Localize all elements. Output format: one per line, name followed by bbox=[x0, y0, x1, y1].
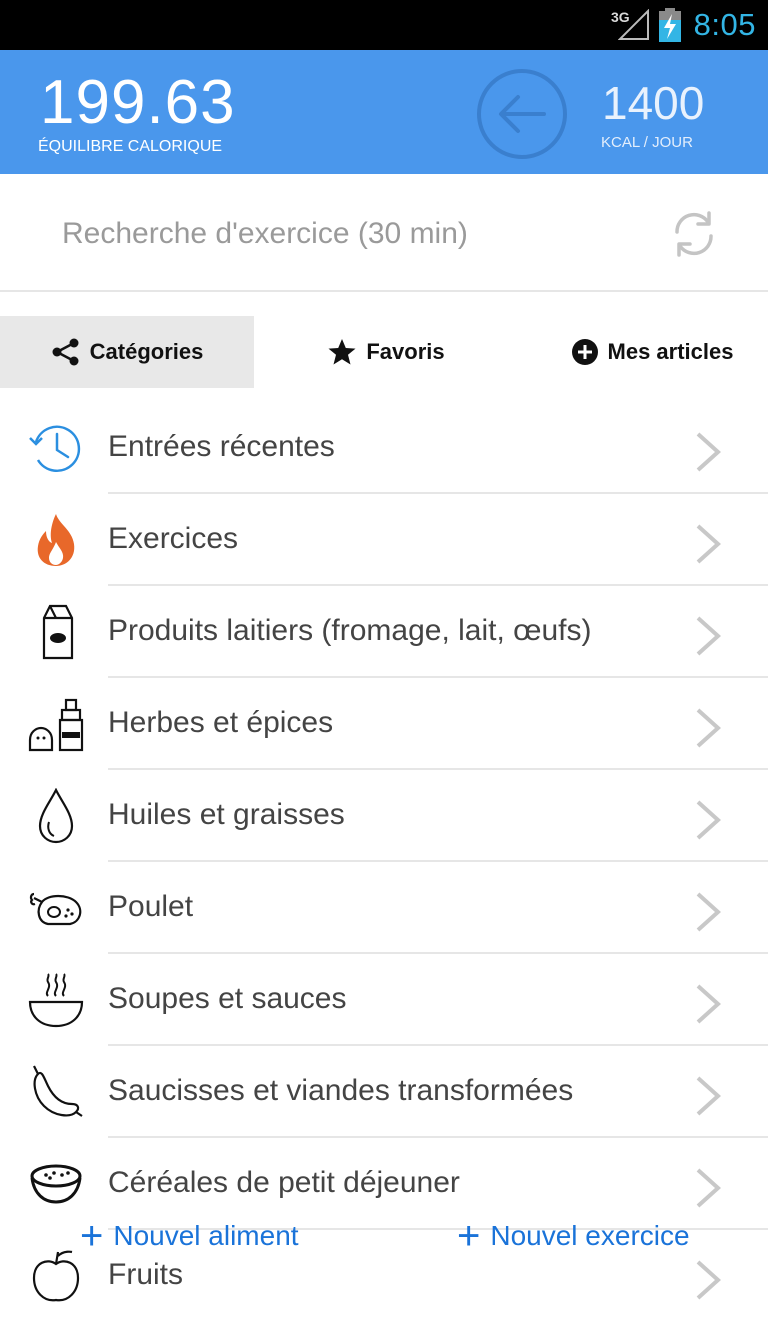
daily-goal-label: KCAL / JOUR bbox=[601, 134, 693, 151]
star-icon bbox=[328, 339, 356, 365]
oil-drop-icon bbox=[38, 788, 74, 844]
category-label: Saucisses et viandes transformées bbox=[108, 1074, 574, 1107]
tab-categories[interactable]: Catégories bbox=[0, 316, 254, 388]
search-bar bbox=[0, 174, 768, 292]
battery-charging-icon bbox=[659, 8, 681, 42]
chevron-right-icon bbox=[696, 800, 721, 840]
plus-icon: + bbox=[80, 1214, 104, 1258]
daily-goal-value[interactable]: 1400 bbox=[602, 76, 704, 130]
plus-icon: + bbox=[457, 1214, 481, 1258]
calorie-balance-label: ÉQUILIBRE CALORIQUE bbox=[38, 138, 223, 155]
plus-circle-icon bbox=[571, 339, 598, 365]
list-item-recent[interactable]: Entrées récentes bbox=[0, 402, 768, 494]
cereal-bowl-icon bbox=[30, 1164, 82, 1204]
signal-icon bbox=[618, 9, 649, 40]
category-label: Poulet bbox=[108, 890, 194, 923]
list-item-exercises[interactable]: Exercices bbox=[0, 494, 768, 586]
chevron-right-icon bbox=[696, 984, 721, 1024]
category-label: Soupes et sauces bbox=[108, 982, 347, 1015]
chevron-right-icon bbox=[696, 708, 721, 748]
category-label: Céréales de petit déjeuner bbox=[108, 1166, 460, 1199]
history-clock-icon bbox=[29, 425, 81, 473]
new-exercise-button[interactable]: + Nouvel exercice bbox=[457, 1216, 690, 1256]
new-exercise-label: Nouvel exercice bbox=[490, 1220, 690, 1251]
list-item-sausages[interactable]: Saucisses et viandes transformées bbox=[0, 1046, 768, 1138]
new-food-label: Nouvel aliment bbox=[113, 1220, 299, 1251]
list-item-herbs-spices[interactable]: Herbes et épices bbox=[0, 678, 768, 770]
tab-my-items[interactable]: Mes articles bbox=[552, 316, 752, 388]
category-label: Entrées récentes bbox=[108, 430, 335, 463]
search-input[interactable] bbox=[62, 212, 622, 256]
chevron-right-icon bbox=[696, 524, 721, 564]
refresh-icon[interactable] bbox=[668, 208, 720, 260]
chevron-right-icon bbox=[696, 1076, 721, 1116]
tab-label: Favoris bbox=[366, 339, 445, 364]
chevron-right-icon bbox=[696, 616, 721, 656]
roast-chicken-icon bbox=[29, 892, 82, 926]
sausage-icon bbox=[33, 1065, 83, 1117]
calorie-balance-value: 199.63 bbox=[40, 68, 236, 137]
list-item-chicken[interactable]: Poulet bbox=[0, 862, 768, 954]
soup-bowl-icon bbox=[28, 973, 84, 1028]
new-food-button[interactable]: + Nouvel aliment bbox=[80, 1216, 299, 1256]
status-bar: 3G 8:05 bbox=[0, 0, 768, 50]
chevron-right-icon bbox=[696, 432, 721, 472]
category-label: Huiles et graisses bbox=[108, 798, 345, 831]
chevron-right-icon bbox=[696, 892, 721, 932]
flame-icon bbox=[37, 514, 75, 566]
share-icon bbox=[52, 338, 79, 366]
bottom-actions: + Nouvel aliment + Nouvel exercice bbox=[0, 1212, 768, 1280]
list-item-oils-fats[interactable]: Huiles et graisses bbox=[0, 770, 768, 862]
salt-pepper-icon bbox=[28, 698, 84, 752]
clock: 8:05 bbox=[693, 7, 756, 42]
tab-label: Catégories bbox=[89, 339, 204, 364]
category-tabs: Catégories Favoris Mes articles bbox=[0, 316, 768, 388]
category-label: Herbes et épices bbox=[108, 706, 334, 739]
chevron-right-icon bbox=[696, 1168, 721, 1208]
list-item-dairy[interactable]: Produits laitiers (fromage, lait, œufs) bbox=[0, 586, 768, 678]
milk-carton-icon bbox=[42, 604, 74, 660]
category-label: Produits laitiers (fromage, lait, œufs) bbox=[108, 614, 592, 647]
list-item-soups-sauces[interactable]: Soupes et sauces bbox=[0, 954, 768, 1046]
tab-label: Mes articles bbox=[607, 339, 734, 364]
category-list: Entrées récentes Exercices Produits lait… bbox=[0, 402, 768, 1322]
calorie-header: 199.63 ÉQUILIBRE CALORIQUE 1400 KCAL / J… bbox=[0, 50, 768, 174]
category-label: Exercices bbox=[108, 522, 239, 555]
arrow-left-circle-icon[interactable] bbox=[476, 68, 568, 160]
tab-favorites[interactable]: Favoris bbox=[276, 316, 496, 388]
